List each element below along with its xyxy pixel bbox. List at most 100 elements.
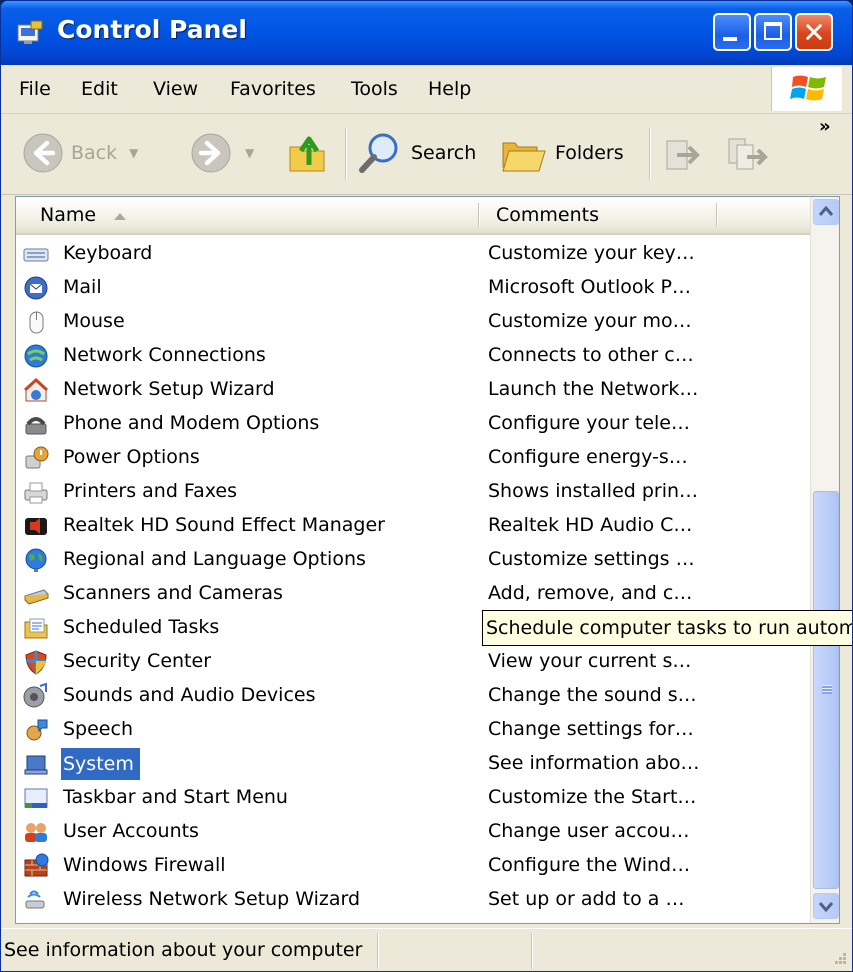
forward-arrow-icon <box>191 133 231 173</box>
minimize-button[interactable] <box>713 13 751 51</box>
forward-dropdown-icon[interactable]: ▼ <box>245 146 254 160</box>
item-comment: Customize settings … <box>488 548 695 570</box>
item-comment: View your current s… <box>488 650 692 672</box>
item-name: Mail <box>63 276 102 298</box>
maximize-button[interactable] <box>754 13 792 51</box>
item-comment: Shows installed prin… <box>488 480 699 502</box>
column-header: Name Comments <box>16 197 810 235</box>
scroll-down-button[interactable] <box>813 893 839 919</box>
item-comment: Set up or add to a … <box>488 888 685 910</box>
list-item[interactable]: Network Connections Connects to other c… <box>16 339 810 373</box>
item-name: Network Setup Wizard <box>63 378 275 400</box>
item-name: Security Center <box>63 650 212 672</box>
scroll-thumb[interactable] <box>813 491 839 889</box>
name-column-label: Name <box>40 204 97 226</box>
toolbar: Back ▼ ▼ Search Folders » <box>1 114 852 195</box>
list-item[interactable]: Phone and Modem Options Configure your te… <box>16 407 810 441</box>
shield-icon <box>25 650 47 675</box>
title-bar[interactable]: Control Panel <box>1 1 852 65</box>
scroll-up-button[interactable] <box>813 199 839 225</box>
vertical-scrollbar[interactable] <box>810 197 839 923</box>
menu-favorites[interactable]: Favorites <box>230 78 316 100</box>
column-divider[interactable] <box>478 203 480 227</box>
control-panel-window: Control Panel File Edit View Favorites T… <box>0 0 853 972</box>
menu-tools[interactable]: Tools <box>351 78 398 100</box>
list-item[interactable]: Mail Microsoft Outlook P… <box>16 271 810 305</box>
status-divider <box>377 933 379 969</box>
item-name: Taskbar and Start Menu <box>63 786 288 808</box>
item-name: User Accounts <box>63 820 199 842</box>
folders-button[interactable]: Folders <box>501 128 624 178</box>
maximize-icon <box>764 22 782 40</box>
item-name: Wireless Network Setup Wizard <box>63 888 361 910</box>
column-divider[interactable] <box>716 203 718 227</box>
close-icon <box>806 24 822 40</box>
taskbar-icon <box>24 788 48 808</box>
speaker-icon <box>25 518 47 535</box>
list-item[interactable]: User Accounts Change user accou… <box>16 815 810 849</box>
thumb-grip-icon <box>822 685 832 694</box>
list-item[interactable]: Sounds and Audio Devices Change the sound… <box>16 679 810 713</box>
list-item[interactable]: Wireless Network Setup Wizard Set up or a… <box>16 883 810 917</box>
menu-edit[interactable]: Edit <box>81 78 118 100</box>
list-item[interactable]: Scanners and Cameras Add, remove, and c… <box>16 577 810 611</box>
item-comment: Realtek HD Audio C… <box>488 514 693 536</box>
list-item[interactable]: Keyboard Customize your key… <box>16 237 810 271</box>
control-panel-icon <box>17 20 43 44</box>
item-name: Printers and Faxes <box>63 480 238 502</box>
up-folder-button[interactable] <box>287 128 327 178</box>
copy-to-button[interactable] <box>725 128 769 178</box>
item-comment: See information abo… <box>488 752 700 774</box>
search-button[interactable]: Search <box>357 128 476 178</box>
item-name: Realtek HD Sound Effect Manager <box>63 514 385 536</box>
toolbar-overflow-chevron[interactable]: » <box>819 116 831 137</box>
globe-icon <box>25 548 47 572</box>
system-icon <box>24 755 48 775</box>
resize-grip-icon[interactable] <box>827 949 849 971</box>
printer-icon <box>24 482 48 504</box>
item-comment: Change the sound s… <box>488 684 697 706</box>
list-item[interactable]: Security Center View your current s… <box>16 645 810 679</box>
column-name-header[interactable]: Name <box>40 197 128 233</box>
item-name: Keyboard <box>63 242 153 264</box>
phone-icon <box>25 417 47 435</box>
menu-view[interactable]: View <box>153 78 198 100</box>
item-comment: Customize your key… <box>488 242 695 264</box>
list-item[interactable]: Windows Firewall Configure the Wind… <box>16 849 810 883</box>
list-item[interactable]: Speech Change settings for… <box>16 713 810 747</box>
item-comment: Add, remove, and c… <box>488 582 693 604</box>
item-comment: Launch the Network… <box>488 378 699 400</box>
list-item[interactable]: Power Options Configure energy-s… <box>16 441 810 475</box>
item-tooltip: Schedule computer tasks to run autom <box>482 610 852 646</box>
firewall-icon <box>24 853 49 877</box>
item-comment: Customize the Start… <box>488 786 697 808</box>
list-item[interactable]: Mouse Customize your mo… <box>16 305 810 339</box>
search-icon <box>359 133 398 173</box>
up-folder-icon <box>289 136 325 172</box>
menu-help[interactable]: Help <box>428 78 471 100</box>
back-dropdown-icon[interactable]: ▼ <box>129 146 138 160</box>
forward-button[interactable]: ▼ <box>189 128 254 178</box>
list-item[interactable]: Network Setup Wizard Launch the Network… <box>16 373 810 407</box>
back-arrow-icon <box>23 133 63 173</box>
list-item[interactable]: Printers and Faxes Shows installed prin… <box>16 475 810 509</box>
close-button[interactable] <box>795 13 833 51</box>
move-to-button[interactable] <box>663 128 703 178</box>
keyboard-icon <box>23 248 49 262</box>
list-item[interactable]: Realtek HD Sound Effect Manager Realtek H… <box>16 509 810 543</box>
status-text: See information about your computer <box>4 939 363 961</box>
list-item[interactable]: Taskbar and Start Menu Customize the Star… <box>16 781 810 815</box>
item-name: Regional and Language Options <box>63 548 366 570</box>
back-button[interactable]: Back ▼ <box>21 128 138 178</box>
column-comments-header[interactable]: Comments <box>496 197 599 233</box>
users-icon <box>25 823 47 842</box>
item-comment: Microsoft Outlook P… <box>488 276 691 298</box>
mouse-icon <box>29 311 44 334</box>
list-item[interactable]: Regional and Language Options Customize s… <box>16 543 810 577</box>
scheduled-tasks-icon <box>24 618 48 639</box>
list-item[interactable]: System See information abo… <box>16 747 810 781</box>
item-name: Scheduled Tasks <box>63 616 220 638</box>
menu-file[interactable]: File <box>19 78 51 100</box>
mail-icon <box>24 276 48 300</box>
item-list: Name Comments Keyboard Customize your key… <box>15 196 840 924</box>
